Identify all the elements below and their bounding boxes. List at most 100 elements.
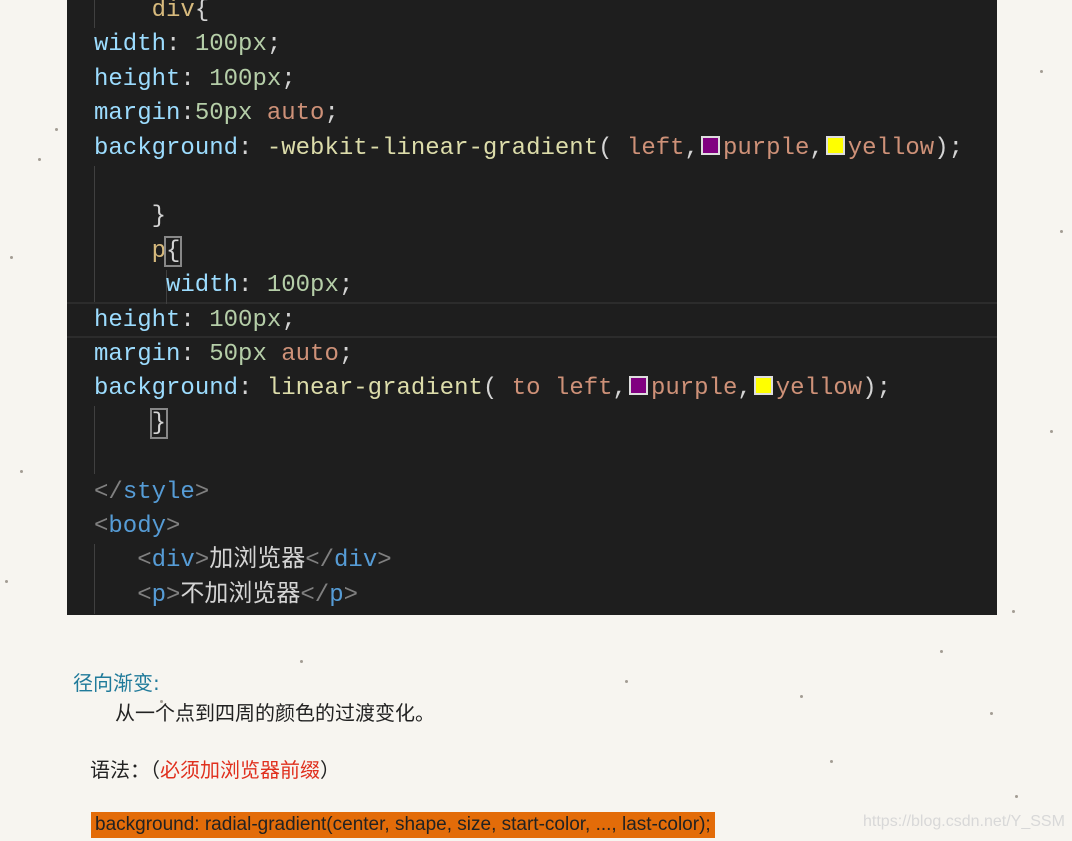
paper-speck	[20, 470, 23, 473]
code-token: p	[151, 581, 166, 609]
code-token: height	[94, 306, 181, 334]
code-line: <div>加浏览器</div>	[137, 544, 391, 578]
code-token: </	[300, 581, 330, 609]
code-token: </	[94, 478, 123, 506]
code-token: ,	[612, 375, 627, 403]
code-line: height: 100px;	[94, 63, 296, 97]
paper-speck	[55, 128, 58, 131]
code-token: 100px	[209, 306, 282, 334]
syntax-close: ）	[320, 758, 340, 782]
code-token: >	[377, 547, 392, 575]
code-token: body	[108, 513, 167, 540]
code-token: :	[238, 134, 267, 162]
section-heading: 径向渐变:	[73, 671, 160, 695]
code-token: :	[238, 375, 267, 403]
code-token: 100px	[194, 31, 267, 59]
code-token: yellow	[847, 134, 935, 162]
indent-guide	[94, 0, 95, 28]
code-token: <	[94, 513, 109, 540]
paper-speck	[38, 158, 41, 161]
code-token: margin	[94, 341, 181, 368]
code-line: margin: 50px auto;	[94, 338, 353, 372]
code-token: >	[166, 581, 181, 609]
indent-guide	[94, 544, 95, 614]
code-token: p	[151, 237, 166, 265]
code-token: ,	[684, 134, 699, 162]
code-token: </	[305, 547, 335, 575]
code-token: left	[626, 134, 685, 162]
code-token: to left	[511, 375, 613, 403]
code-token: linear-gradient	[266, 375, 483, 403]
section-description: 从一个点到四周的颜色的过渡变化。	[115, 701, 435, 725]
code-token: ,	[809, 134, 824, 162]
paper-speck	[1050, 430, 1053, 433]
paper-speck	[300, 660, 303, 663]
paper-speck	[990, 712, 993, 715]
color-swatch-icon	[825, 135, 845, 155]
paper-speck	[1060, 230, 1063, 233]
code-line: }	[149, 407, 169, 441]
code-token: background	[94, 375, 239, 403]
code-token: 50px	[209, 341, 267, 368]
code-token: ;	[324, 100, 339, 128]
paper-speck	[1040, 70, 1043, 73]
code-token: {	[163, 235, 183, 267]
code-token: >	[166, 513, 181, 540]
code-token: (	[598, 134, 627, 162]
code-token: ,	[737, 375, 752, 403]
code-token: div	[151, 0, 195, 24]
code-token: :	[180, 100, 195, 128]
code-token: {	[194, 0, 210, 24]
code-token: );	[862, 375, 891, 403]
indent-guide	[94, 406, 95, 474]
code-token: ;	[281, 306, 296, 334]
code-token: <	[137, 547, 152, 575]
code-token: (	[482, 375, 512, 403]
code-token: ;	[281, 65, 296, 93]
indent-guide	[94, 166, 95, 302]
code-line: width: 100px;	[166, 269, 353, 303]
code-token: 100px	[266, 272, 339, 300]
code-line: }	[152, 200, 166, 234]
paper-speck	[5, 580, 8, 583]
code-token: width	[166, 272, 239, 300]
code-token: ;	[338, 341, 354, 368]
code-token: -webkit-linear-gradient	[266, 134, 599, 162]
paper-speck	[940, 650, 943, 653]
code-line: <body>	[94, 510, 180, 544]
syntax-note: 必须加浏览器前缀	[160, 758, 320, 782]
code-line: background: -webkit-linear-gradient( lef…	[94, 132, 963, 166]
code-token: :	[238, 272, 267, 300]
syntax-code-highlight: background: radial-gradient(center, shap…	[91, 812, 715, 838]
code-token: :	[180, 306, 210, 334]
code-line: height: 100px;	[94, 304, 296, 338]
code-token: }	[151, 203, 166, 231]
code-token: :	[180, 341, 210, 368]
paper-speck	[1015, 795, 1018, 798]
code-token: >	[343, 581, 359, 609]
code-token: 加浏览器	[209, 547, 306, 575]
code-token: auto	[266, 100, 325, 128]
code-token: purple	[722, 134, 810, 162]
color-swatch-icon	[628, 376, 648, 396]
code-token: 100px	[209, 65, 282, 93]
syntax-label: 语法：（	[90, 758, 160, 782]
paper-speck	[1012, 610, 1015, 613]
syntax-line: 语法：（必须加浏览器前缀）	[90, 754, 340, 783]
color-swatch-icon	[753, 376, 773, 396]
paper-speck	[10, 256, 13, 259]
code-token: style	[122, 478, 195, 506]
code-token: background	[94, 134, 239, 162]
code-line: width: 100px;	[94, 28, 281, 62]
code-line: div{	[152, 0, 210, 28]
code-token: margin	[94, 100, 181, 128]
code-token: yellow	[775, 375, 863, 403]
code-token: ;	[266, 31, 282, 59]
code-token: height	[94, 65, 181, 93]
code-token: );	[934, 134, 963, 162]
watermark: https://blog.csdn.net/Y_SSM	[863, 813, 1065, 830]
code-token: }	[149, 407, 169, 439]
code-token: width	[94, 31, 167, 59]
